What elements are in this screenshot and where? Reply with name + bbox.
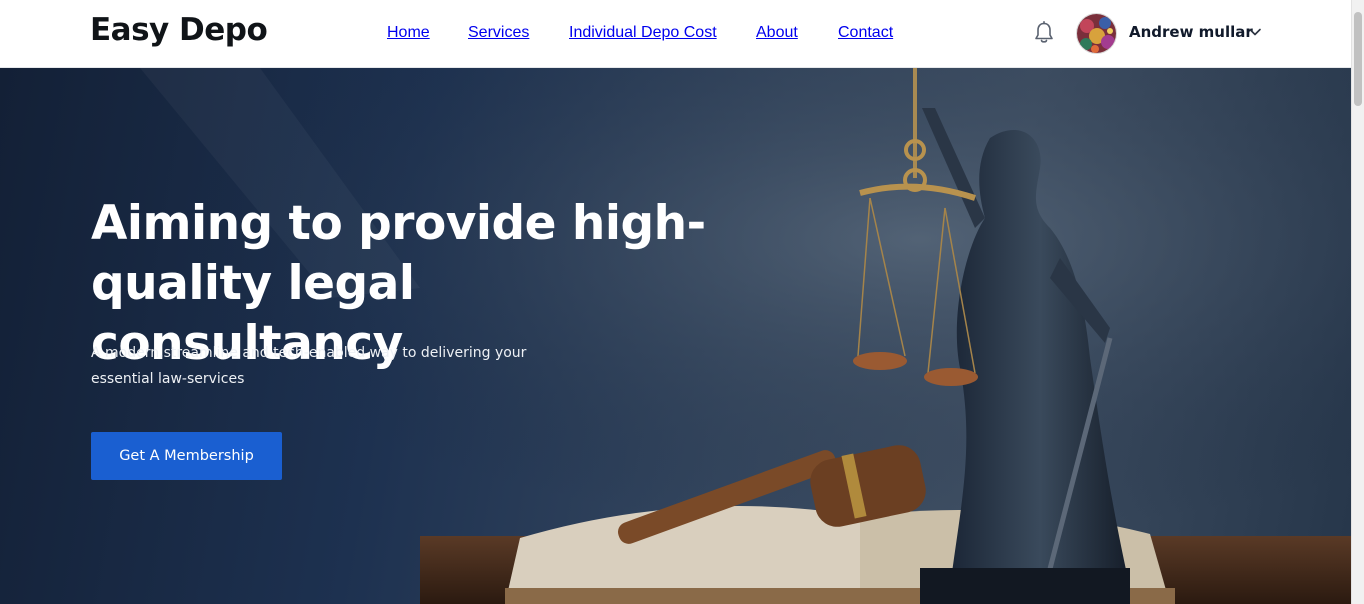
bell-icon[interactable] — [1031, 20, 1057, 46]
scrollbar-thumb[interactable] — [1354, 12, 1362, 106]
user-avatar[interactable] — [1076, 13, 1117, 54]
get-membership-button[interactable]: Get A Membership — [91, 432, 282, 480]
nav-about[interactable]: About — [756, 24, 798, 44]
hero-subtitle: A modern,streamline and tech-enabled way… — [91, 345, 527, 387]
nav-home[interactable]: Home — [387, 24, 430, 44]
nav-services[interactable]: Services — [468, 24, 529, 44]
site-header: Easy Depo Home Services Individual Depo … — [0, 0, 1351, 68]
site-logo[interactable]: Easy Depo — [90, 12, 268, 48]
chevron-down-icon[interactable] — [1248, 27, 1262, 37]
page-scrollbar[interactable] — [1351, 0, 1364, 604]
user-name[interactable]: Andrew mullar — [1129, 23, 1253, 41]
nav-individual-depo-cost[interactable]: Individual Depo Cost — [569, 24, 717, 44]
hero-section: Aiming to provide high-quality legal con… — [0, 68, 1351, 604]
nav-contact[interactable]: Contact — [838, 24, 893, 44]
